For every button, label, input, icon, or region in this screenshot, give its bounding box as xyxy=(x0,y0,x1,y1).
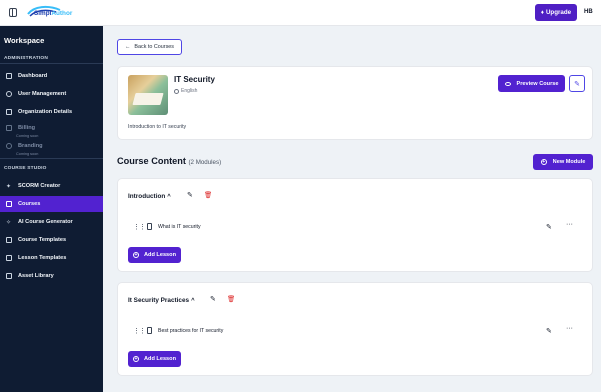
lesson-row: ⋮⋮ Best practices for IT security ✎ ··· xyxy=(128,321,584,341)
users-icon xyxy=(5,91,12,98)
sidebar-item-dashboard[interactable]: Dashboard xyxy=(0,68,103,84)
gem-icon: ♦ xyxy=(540,9,544,16)
new-module-button[interactable]: + New Module xyxy=(533,154,593,170)
sidebar-item-label: Branding xyxy=(18,143,43,149)
course-title: IT Security xyxy=(174,75,215,84)
edit-course-button[interactable]: ✎ xyxy=(569,75,585,92)
sidebar-toggle-icon[interactable] xyxy=(9,8,17,17)
drag-handle-icon[interactable]: ⋮⋮ xyxy=(133,223,146,231)
course-thumbnail xyxy=(128,75,168,115)
plus-circle-icon: + xyxy=(540,159,547,165)
sidebar-item-scorm-creator[interactable]: ✦ SCORM Creator xyxy=(0,178,103,194)
sidebar-item-label: Dashboard xyxy=(18,73,48,79)
preview-label: Preview Course xyxy=(516,80,559,87)
language-label: English xyxy=(181,88,198,94)
course-content-heading: Course Content (2 Modules) xyxy=(117,156,221,166)
pencil-icon[interactable]: ✎ xyxy=(187,191,193,199)
sidebar-item-organization-details[interactable]: Organization Details xyxy=(0,104,103,120)
course-description: Introduction to IT security xyxy=(128,124,187,130)
book-icon xyxy=(5,201,12,208)
globe-icon xyxy=(174,88,179,94)
document-icon xyxy=(5,109,12,116)
eye-icon xyxy=(504,81,511,86)
sidebar-item-label: Billing xyxy=(18,125,36,131)
layers-icon xyxy=(5,255,12,262)
workspace-title: Workspace xyxy=(4,36,45,45)
sidebar-item-label: Course Templates xyxy=(18,237,67,243)
sidebar: Workspace ADMINISTRATION Dashboard User … xyxy=(0,26,103,392)
pencil-icon[interactable]: ✎ xyxy=(210,295,216,303)
sidebar-item-label: Lesson Templates xyxy=(18,255,67,261)
folder-icon xyxy=(5,273,12,280)
chevron-up-icon[interactable]: ^ xyxy=(167,194,171,200)
main-content: ← Back to Courses IT Security English In… xyxy=(103,26,601,392)
sidebar-item-label: AI Course Generator xyxy=(18,219,73,225)
document-icon xyxy=(147,223,152,230)
document-icon xyxy=(147,327,152,334)
back-label: Back to Courses xyxy=(134,44,174,50)
sidebar-item-course-templates[interactable]: Course Templates xyxy=(0,232,103,248)
sidebar-item-asset-library[interactable]: Asset Library xyxy=(0,268,103,284)
arrow-left-icon: ← xyxy=(125,44,131,50)
sidebar-item-lesson-templates[interactable]: Lesson Templates xyxy=(0,250,103,266)
lesson-row: ⋮⋮ What is IT security ✎ ··· xyxy=(128,217,584,237)
user-avatar[interactable]: HB xyxy=(584,9,593,15)
template-icon xyxy=(5,237,12,244)
plus-circle-icon: + xyxy=(132,252,139,258)
add-lesson-button[interactable]: + Add Lesson xyxy=(128,247,181,263)
drag-handle-icon[interactable]: ⋮⋮ xyxy=(133,327,146,335)
sidebar-item-label: User Management xyxy=(18,91,67,97)
sidebar-item-label: Courses xyxy=(18,201,41,207)
top-bar: SimplAuthor ♦ Upgrade HB xyxy=(0,0,601,26)
new-module-label: New Module xyxy=(552,159,586,165)
sidebar-item-label: SCORM Creator xyxy=(18,183,61,189)
trash-icon[interactable]: 🗑 xyxy=(227,295,235,303)
content-heading-text: Course Content xyxy=(117,156,186,166)
upgrade-label: Upgrade xyxy=(545,9,572,16)
sidebar-item-label: Asset Library xyxy=(18,273,54,279)
sidebar-divider xyxy=(0,158,103,159)
upgrade-button[interactable]: ♦ Upgrade xyxy=(535,4,577,21)
module-card: Introduction ^ ✎ 🗑 ⋮⋮ What is IT securit… xyxy=(117,178,593,272)
sidebar-item-courses[interactable]: Courses xyxy=(0,196,103,212)
pencil-icon[interactable]: ✎ xyxy=(546,327,552,335)
add-lesson-label: Add Lesson xyxy=(143,252,176,258)
module-title-text: It Security Practices xyxy=(128,297,190,304)
course-language: English xyxy=(174,88,197,94)
pencil-icon: ✎ xyxy=(574,80,580,88)
lesson-title[interactable]: What is IT security xyxy=(158,224,201,230)
sidebar-item-ai-course-generator[interactable]: ✧ AI Course Generator xyxy=(0,214,103,230)
trash-icon[interactable]: 🗑 xyxy=(204,191,212,199)
more-options-icon[interactable]: ··· xyxy=(566,325,573,332)
logo-text: SimplAuthor xyxy=(34,10,73,17)
module-card: It Security Practices ^ ✎ 🗑 ⋮⋮ Best prac… xyxy=(117,282,593,376)
pencil-icon[interactable]: ✎ xyxy=(546,223,552,231)
module-count: (2 Modules) xyxy=(188,159,222,166)
sidebar-divider xyxy=(0,63,103,64)
add-lesson-button[interactable]: + Add Lesson xyxy=(128,351,181,367)
magic-icon: ✧ xyxy=(5,219,12,226)
grid-icon xyxy=(5,73,12,80)
course-header-card: IT Security English Introduction to IT s… xyxy=(117,66,593,140)
preview-course-button[interactable]: Preview Course xyxy=(498,75,565,92)
more-options-icon[interactable]: ··· xyxy=(566,221,573,228)
course-studio-section-title: COURSE STUDIO xyxy=(4,166,47,171)
add-lesson-label: Add Lesson xyxy=(143,356,176,362)
palette-icon xyxy=(5,143,12,150)
lesson-title[interactable]: Best practices for IT security xyxy=(158,328,223,334)
module-title-text: Introduction xyxy=(128,193,166,200)
sidebar-item-label: Organization Details xyxy=(18,109,73,115)
plus-circle-icon: + xyxy=(132,356,139,362)
administration-section-title: ADMINISTRATION xyxy=(4,56,49,61)
sidebar-item-user-management[interactable]: User Management xyxy=(0,86,103,102)
card-icon xyxy=(5,125,12,132)
module-title[interactable]: Introduction ^ xyxy=(128,193,171,200)
chevron-up-icon[interactable]: ^ xyxy=(191,298,195,304)
back-to-courses-button[interactable]: ← Back to Courses xyxy=(117,39,182,55)
coming-soon-note: Coming soon xyxy=(16,152,39,156)
sparkle-icon: ✦ xyxy=(5,183,12,190)
module-title[interactable]: It Security Practices ^ xyxy=(128,297,195,304)
